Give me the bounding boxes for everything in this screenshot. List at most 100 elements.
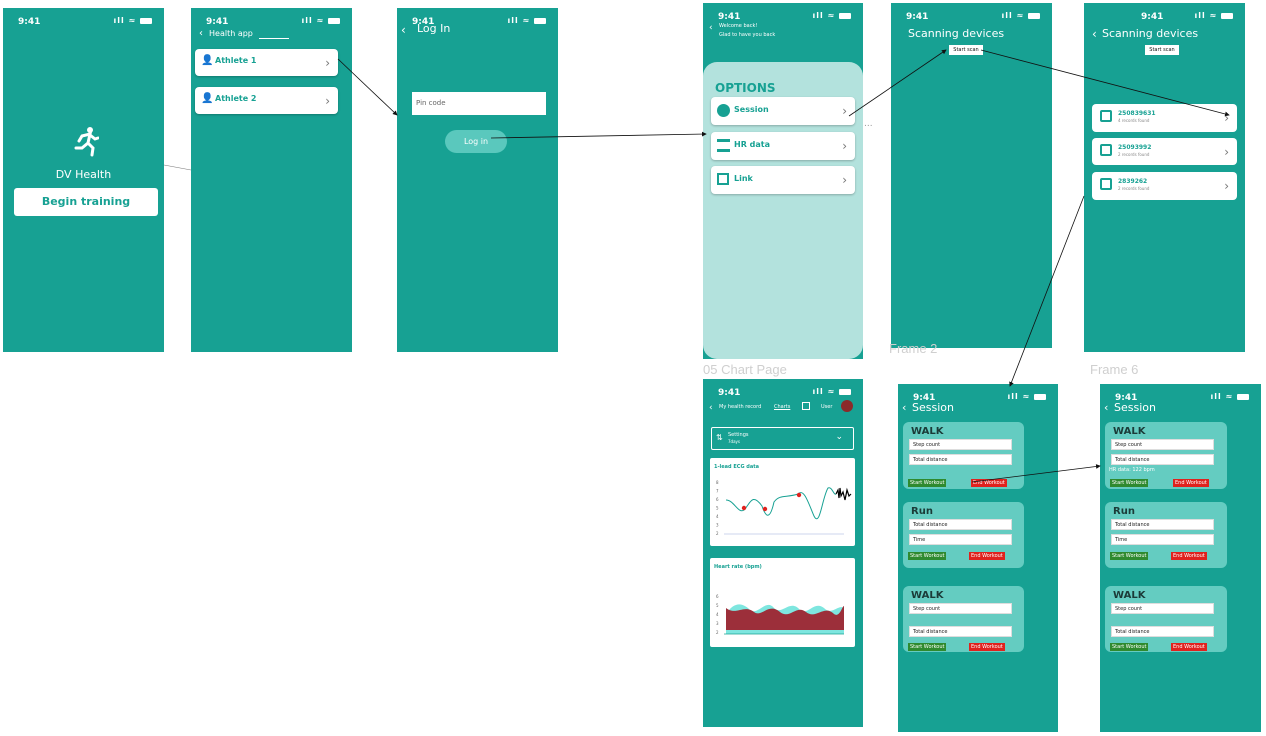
chevron-right-icon: ›: [1224, 144, 1229, 159]
device-id: 250839631: [1118, 110, 1156, 117]
workout-card: Run Total distance Time Start Workout En…: [1105, 502, 1227, 568]
step-count-field[interactable]: Step count: [909, 439, 1012, 450]
tab-charts[interactable]: Charts: [774, 404, 790, 410]
frame-label: 05 Chart Page: [703, 362, 787, 377]
chevron-right-icon: ›: [842, 173, 847, 187]
ecg-chart: 8 7 6 5 4 3 2: [716, 480, 852, 536]
start-scan-button[interactable]: Start scan: [949, 45, 983, 55]
back-icon[interactable]: ‹: [199, 28, 203, 39]
workout-card: WALK Step count Total distance Start Wor…: [903, 422, 1024, 489]
frame-splash: 9:41 ıll ≈ DV Health Begin training: [3, 8, 164, 352]
user-label: User: [821, 404, 833, 410]
start-workout-button[interactable]: Start Workout: [1110, 552, 1149, 560]
frame-athletes: 9:41 ıll ≈ ‹ Health app 👤 Athlete 1 › 👤 …: [191, 8, 352, 352]
time-field[interactable]: Time: [1111, 534, 1214, 545]
battery-icon: [839, 12, 851, 19]
battery-icon: [534, 17, 546, 24]
start-workout-button[interactable]: Start Workout: [908, 643, 947, 651]
y-tick-label: 6: [716, 594, 719, 599]
hr-note: HR data: 122 bpm: [1109, 467, 1155, 473]
end-workout-button[interactable]: End Workout: [1173, 479, 1209, 487]
back-icon[interactable]: ‹: [902, 401, 906, 414]
avatar[interactable]: [841, 400, 853, 412]
back-icon[interactable]: ‹: [1104, 401, 1108, 414]
start-scan-button[interactable]: Start scan: [1145, 45, 1179, 55]
settings-sub: 7days: [728, 439, 740, 444]
distance-field[interactable]: Total distance: [909, 454, 1012, 465]
ecg-y-ticks: 8 7 6 5 4 3 2: [716, 480, 719, 536]
end-workout-button[interactable]: End Workout: [1171, 552, 1207, 560]
workout-name: WALK: [911, 426, 944, 437]
app-title: DV Health: [55, 168, 112, 181]
options-panel: OPTIONS Session › HR data › Link ›: [703, 62, 863, 359]
scan-title: Scanning devices: [908, 27, 1005, 40]
battery-icon: [1034, 393, 1046, 400]
home-icon[interactable]: [802, 402, 810, 410]
workout-name: WALK: [1113, 590, 1146, 601]
step-count-field[interactable]: Step count: [909, 603, 1012, 614]
athlete-name: Athlete 1: [215, 56, 257, 65]
option-hr[interactable]: HR data ›: [711, 132, 855, 160]
device-icon: [1100, 178, 1112, 190]
option-session[interactable]: Session ›: [711, 97, 855, 125]
workout-card: WALK Step count Total distance Start Wor…: [1105, 586, 1227, 652]
header-underline: [259, 38, 289, 39]
athlete-card[interactable]: 👤 Athlete 1 ›: [195, 49, 338, 76]
frame-login: 9:41 ıll ≈ ‹ Log In Pin code Log in: [397, 8, 558, 352]
distance-field[interactable]: Total distance: [1111, 519, 1214, 530]
y-tick-label: 2: [716, 630, 719, 635]
settings-label: Settings: [728, 432, 749, 438]
end-workout-button[interactable]: End Workout: [969, 643, 1005, 651]
back-icon[interactable]: ‹: [709, 23, 713, 33]
start-workout-button[interactable]: Start Workout: [1110, 479, 1149, 487]
device-icon: [1100, 144, 1112, 156]
begin-training-button[interactable]: Begin training: [14, 188, 158, 216]
y-tick-label: 5: [716, 603, 719, 608]
y-tick-label: 8: [716, 480, 719, 485]
chevron-right-icon: ›: [842, 139, 847, 153]
settings-dropdown[interactable]: ⇅ Settings 7days ⌄: [711, 427, 854, 450]
ecg-marker: [762, 506, 768, 512]
battery-icon: [1237, 393, 1249, 400]
start-workout-button[interactable]: Start Workout: [908, 479, 947, 487]
back-icon[interactable]: ‹: [1092, 27, 1097, 41]
y-tick-label: 5: [716, 506, 719, 511]
time-field[interactable]: Time: [909, 534, 1012, 545]
login-title: Log In: [417, 22, 451, 35]
back-icon[interactable]: ‹: [709, 403, 713, 413]
distance-field[interactable]: Total distance: [1111, 454, 1214, 465]
step-count-field[interactable]: Step count: [1111, 603, 1214, 614]
distance-field[interactable]: Total distance: [909, 519, 1012, 530]
device-row[interactable]: 2839262 2 records found ›: [1092, 172, 1237, 200]
pin-input[interactable]: Pin code: [412, 92, 546, 115]
start-workout-button[interactable]: Start Workout: [1110, 643, 1149, 651]
frame-session-1: 9:41 ıll ≈ ‹ Session WALK Step count Tot…: [898, 384, 1058, 732]
start-workout-button[interactable]: Start Workout: [908, 552, 947, 560]
distance-field[interactable]: Total distance: [1111, 626, 1214, 637]
runner-icon: [73, 126, 100, 165]
status-icons: ıll ≈: [1001, 11, 1040, 20]
status-bar: 9:41 ıll ≈: [891, 9, 1052, 23]
distance-field[interactable]: Total distance: [909, 626, 1012, 637]
y-tick-label: 4: [716, 612, 719, 617]
device-row[interactable]: 25093992 2 records found ›: [1092, 138, 1237, 165]
step-count-field[interactable]: Step count: [1111, 439, 1214, 450]
option-link[interactable]: Link ›: [711, 166, 855, 194]
ecg-noise: [835, 487, 852, 501]
athlete-card[interactable]: 👤 Athlete 2 ›: [195, 87, 338, 114]
battery-icon: [1028, 12, 1040, 19]
server-icon: [717, 139, 730, 152]
device-sub: 4 records found: [1118, 118, 1150, 123]
end-workout-button[interactable]: End Workout: [1171, 643, 1207, 651]
design-canvas: 9:41 ıll ≈ DV Health Begin training 9:41…: [0, 0, 1266, 736]
login-button[interactable]: Log in: [445, 130, 507, 153]
workout-name: WALK: [911, 590, 944, 601]
end-workout-button[interactable]: End Workout: [971, 479, 1007, 487]
device-sub: 2 records found: [1118, 186, 1150, 191]
session-title: Session: [912, 401, 954, 414]
end-workout-button[interactable]: End Workout: [969, 552, 1005, 560]
frame-session-2: 9:41 ıll ≈ ‹ Session WALK Step count Tot…: [1100, 384, 1261, 732]
back-icon[interactable]: ‹: [401, 23, 406, 37]
device-row[interactable]: 250839631 4 records found ›: [1092, 104, 1237, 132]
y-tick-label: 3: [716, 621, 719, 626]
